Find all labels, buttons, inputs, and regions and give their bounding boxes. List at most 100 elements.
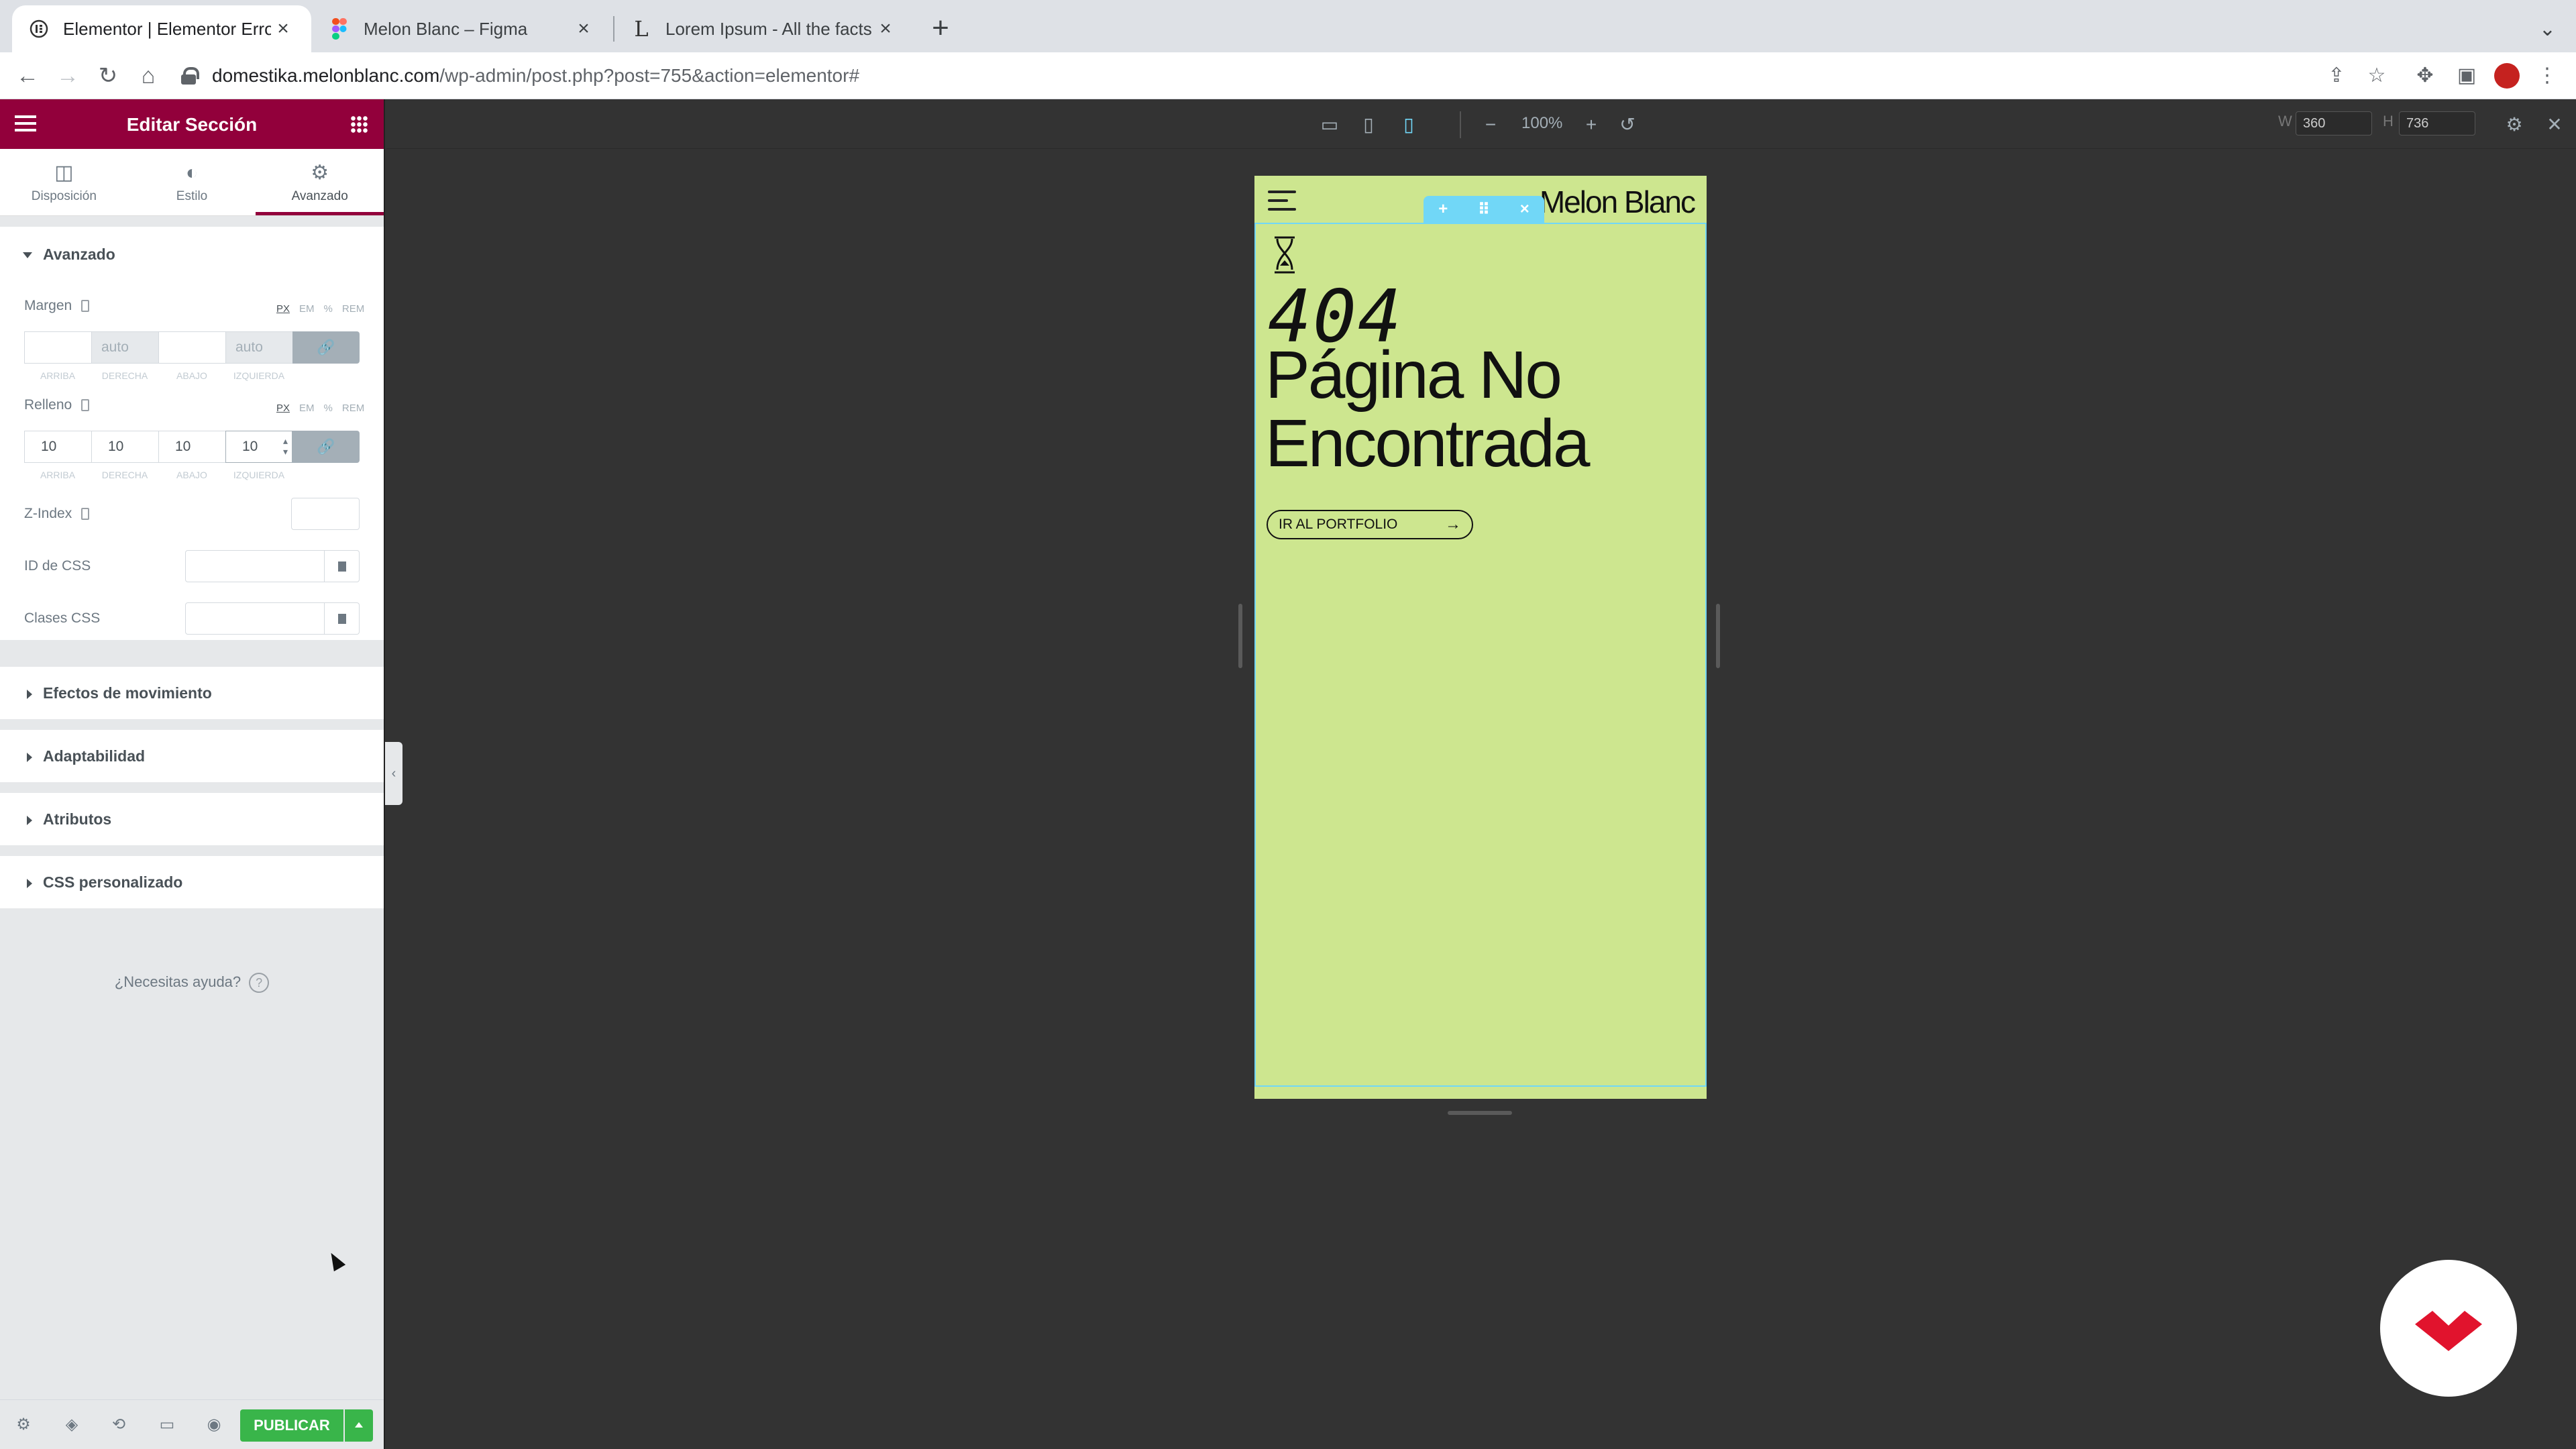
- back-button[interactable]: ←: [12, 60, 43, 91]
- section-toggle-attributes[interactable]: Atributos: [0, 793, 384, 845]
- profile-avatar[interactable]: [2494, 63, 2520, 89]
- preview-eye-icon[interactable]: ◉: [204, 1415, 224, 1435]
- padding-left-input[interactable]: 10: [225, 431, 292, 463]
- margin-bottom-input[interactable]: [158, 331, 225, 364]
- zoom-in-icon[interactable]: +: [1579, 113, 1603, 137]
- margin-top-input[interactable]: [24, 331, 91, 364]
- help-question-icon: ?: [249, 973, 270, 993]
- height-label: H: [2383, 113, 2394, 129]
- dynamic-tags-icon[interactable]: [325, 550, 360, 582]
- tab-search-chevron-icon[interactable]: ⌄: [2539, 17, 2556, 41]
- section-handle[interactable]: + ⠿ ×: [1424, 196, 1544, 223]
- unit-em[interactable]: EM: [299, 402, 315, 414]
- layers-icon[interactable]: ◈: [62, 1415, 82, 1435]
- forward-button[interactable]: →: [52, 60, 83, 91]
- dynamic-tags-icon[interactable]: [325, 602, 360, 635]
- tab-estilo[interactable]: ◐ Estilo: [128, 149, 256, 215]
- section-toggle-avanzado[interactable]: Avanzado: [23, 246, 115, 264]
- padding-top-input[interactable]: 10: [24, 431, 91, 463]
- margin-left-input[interactable]: auto: [225, 331, 292, 364]
- domestika-logo-icon: [2415, 1311, 2482, 1351]
- portfolio-button[interactable]: IR AL PORTFOLIO →: [1267, 510, 1473, 539]
- close-icon[interactable]: ×: [572, 17, 596, 40]
- share-icon[interactable]: ⇪: [2321, 60, 2352, 91]
- site-logo[interactable]: Melon Blanc: [1540, 184, 1696, 220]
- tab-title: Lorem Ipsum - All the facts - Li: [665, 18, 873, 39]
- bookmark-star-icon[interactable]: ☆: [2361, 60, 2392, 91]
- history-icon[interactable]: ⟲: [109, 1415, 129, 1435]
- close-icon[interactable]: ×: [873, 17, 898, 40]
- lorem-favicon-icon: L: [634, 16, 649, 42]
- panel-tabs: ◫ Disposición ◐ Estilo ⚙ Avanzado: [0, 149, 384, 216]
- margin-right-input[interactable]: auto: [91, 331, 158, 364]
- tab-lorem-ipsum[interactable]: L Lorem Ipsum - All the facts - Li ×: [614, 5, 914, 52]
- unit-px[interactable]: PX: [276, 303, 290, 315]
- new-tab-button[interactable]: +: [926, 13, 955, 44]
- responsive-device-icon[interactable]: [81, 508, 90, 521]
- unit-percent[interactable]: %: [324, 303, 333, 315]
- css-id-input[interactable]: [185, 550, 325, 582]
- chrome-menu-icon[interactable]: ⋮: [2532, 60, 2563, 91]
- mobile-device-icon[interactable]: ▯: [1397, 113, 1421, 137]
- site-menu-icon[interactable]: [1268, 191, 1296, 211]
- hourglass-icon: [1275, 236, 1295, 274]
- home-button[interactable]: ⌂: [133, 60, 164, 91]
- extensions-puzzle-icon[interactable]: ✥: [2410, 60, 2440, 91]
- elementor-panel: Editar Sección ◫ Disposición ◐ Estilo ⚙ …: [0, 99, 385, 1449]
- zindex-input[interactable]: [291, 498, 360, 530]
- unit-px[interactable]: PX: [276, 402, 290, 414]
- unit-percent[interactable]: %: [324, 402, 333, 414]
- responsive-device-icon[interactable]: [81, 399, 90, 412]
- close-icon[interactable]: ×: [271, 17, 295, 40]
- add-section-icon[interactable]: +: [1438, 200, 1448, 219]
- css-id-label: ID de CSS: [24, 558, 91, 574]
- publish-button[interactable]: PUBLICAR: [240, 1409, 343, 1442]
- publish-options-chevron-up-icon[interactable]: [345, 1409, 373, 1442]
- link-values-icon[interactable]: 🔗: [292, 431, 360, 463]
- resize-handle-right[interactable]: [1716, 604, 1720, 668]
- zoom-out-icon[interactable]: −: [1479, 113, 1503, 137]
- desktop-device-icon[interactable]: ▭: [1318, 113, 1342, 137]
- height-input[interactable]: 736: [2399, 111, 2475, 136]
- tab-label: Disposición: [31, 189, 97, 203]
- drag-section-icon[interactable]: ⠿: [1478, 200, 1491, 219]
- resize-handle-left[interactable]: [1238, 604, 1242, 668]
- unit-em[interactable]: EM: [299, 303, 315, 315]
- help-link[interactable]: ¿Necesitas ayuda??: [0, 973, 384, 993]
- widgets-grid-icon[interactable]: [350, 115, 368, 133]
- section-toggle-custom-css[interactable]: CSS personalizado: [0, 856, 384, 908]
- responsive-mode-icon[interactable]: ▭: [157, 1415, 177, 1435]
- reset-zoom-icon[interactable]: ↺: [1615, 113, 1640, 137]
- domestika-logo-button[interactable]: [2380, 1260, 2517, 1397]
- link-values-icon[interactable]: 🔗: [292, 331, 360, 364]
- tab-figma[interactable]: Melon Blanc – Figma ×: [313, 5, 612, 52]
- tab-disposicion[interactable]: ◫ Disposición: [0, 149, 128, 215]
- close-device-mode-icon[interactable]: ✕: [2542, 113, 2567, 137]
- tab-elementor[interactable]: Elementor | Elementor Error 404 ×: [12, 5, 311, 52]
- figma-favicon-icon: [329, 18, 350, 40]
- padding-bottom-input[interactable]: 10: [158, 431, 225, 463]
- padding-units: PX EM% REM: [267, 402, 364, 414]
- delete-section-icon[interactable]: ×: [1520, 200, 1529, 219]
- tab-avanzado[interactable]: ⚙ Avanzado: [256, 149, 384, 215]
- padding-right-input[interactable]: 10: [91, 431, 158, 463]
- section-toggle-motion-effects[interactable]: Efectos de movimiento: [0, 667, 384, 719]
- css-classes-input[interactable]: [185, 602, 325, 635]
- settings-gear-icon[interactable]: ⚙: [13, 1415, 34, 1435]
- reload-button[interactable]: ↻: [93, 60, 123, 91]
- zoom-level: 100%: [1521, 114, 1563, 132]
- width-input[interactable]: 360: [2296, 111, 2372, 136]
- address-bar[interactable]: domestika.melonblanc.com/wp-admin/post.p…: [181, 59, 859, 93]
- unit-rem[interactable]: REM: [342, 303, 364, 315]
- responsive-device-icon[interactable]: [81, 300, 90, 313]
- css-classes-label: Clases CSS: [24, 610, 101, 626]
- side-panel-icon[interactable]: ▣: [2451, 60, 2482, 91]
- panel-title: Editar Sección: [126, 114, 258, 135]
- device-settings-gear-icon[interactable]: ⚙: [2502, 113, 2526, 137]
- section-toggle-responsive[interactable]: Adaptabilidad: [0, 730, 384, 782]
- page-heading: Página No Encontrada: [1265, 337, 1590, 481]
- resize-handle-bottom[interactable]: [1448, 1111, 1512, 1115]
- collapse-panel-chevron-icon[interactable]: ‹: [385, 742, 402, 805]
- tablet-device-icon[interactable]: ▯: [1356, 113, 1381, 137]
- unit-rem[interactable]: REM: [342, 402, 364, 414]
